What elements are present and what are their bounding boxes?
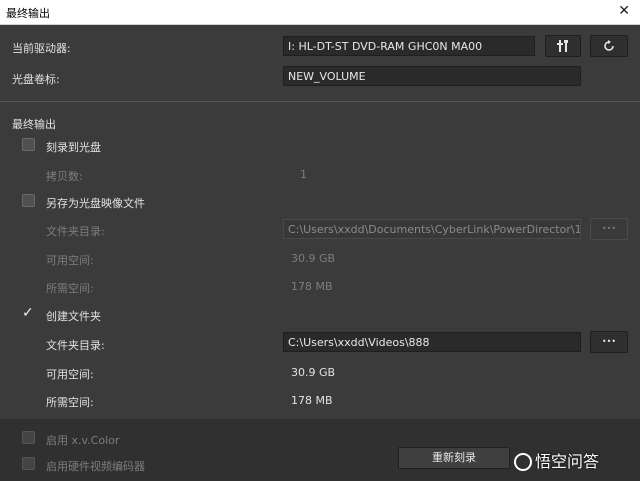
image-folder-label: 文件夹目录: [46, 225, 105, 238]
title-bar: 最终输出 ✕ [0, 0, 640, 25]
section-title: 最终输出 [12, 118, 56, 131]
xvcolor-checkbox[interactable] [22, 431, 35, 444]
image-required-space-value: 178 MB [291, 280, 333, 293]
window-title: 最终输出 [6, 7, 50, 20]
folder-directory-input[interactable]: C:\Users\xxdd\Videos\888 [283, 332, 581, 352]
section-divider [0, 101, 640, 102]
image-free-space-label: 可用空间: [46, 254, 94, 267]
folder-directory-label: 文件夹目录: [46, 339, 105, 352]
drive-settings-button[interactable] [545, 35, 581, 57]
watermark-text: 悟空问答 [535, 452, 600, 471]
save-image-checkbox[interactable] [22, 194, 35, 207]
folder-browse-button[interactable]: ••• [590, 331, 628, 353]
refresh-icon [604, 40, 614, 51]
folder-free-space-label: 可用空间: [46, 368, 94, 381]
drive-label: 当前驱动器: [12, 42, 71, 55]
image-required-space-label: 所需空间: [46, 282, 94, 295]
save-image-label: 另存为光盘映像文件 [46, 197, 145, 210]
image-free-space-value: 30.9 GB [291, 252, 336, 265]
watermark-logo-icon [514, 453, 532, 471]
xvcolor-label: 启用 x.v.Color [46, 434, 120, 447]
folder-free-space-value: 30.9 GB [291, 366, 336, 379]
close-icon[interactable]: ✕ [618, 3, 630, 19]
image-folder-browse-button[interactable]: ••• [590, 218, 628, 240]
folder-required-space-value: 178 MB [291, 394, 333, 407]
reburn-button[interactable]: 重新刻录 [398, 447, 510, 469]
burn-to-disc-checkbox[interactable] [22, 138, 35, 151]
volume-label: 光盘卷标: [12, 73, 60, 86]
copies-label: 拷贝数: [46, 170, 83, 183]
copies-value: 1 [300, 168, 307, 181]
image-folder-input[interactable]: C:\Users\xxdd\Documents\CyberLink\PowerD… [283, 219, 581, 239]
watermark: 悟空问答 [514, 448, 599, 472]
burn-to-disc-label: 刻录到光盘 [46, 141, 101, 154]
folder-required-space-label: 所需空间: [46, 396, 94, 409]
drive-select[interactable]: I: HL-DT-ST DVD-RAM GHC0N MA00 [283, 36, 535, 56]
create-folder-checkbox[interactable] [22, 305, 35, 321]
create-folder-label: 创建文件夹 [46, 310, 101, 323]
hardware-encoder-label: 启用硬件视频编码器 [46, 460, 145, 473]
drive-refresh-button[interactable] [590, 35, 628, 57]
hardware-encoder-checkbox[interactable] [22, 457, 35, 470]
volume-input[interactable]: NEW_VOLUME [283, 66, 581, 86]
tools-icon [557, 40, 568, 52]
